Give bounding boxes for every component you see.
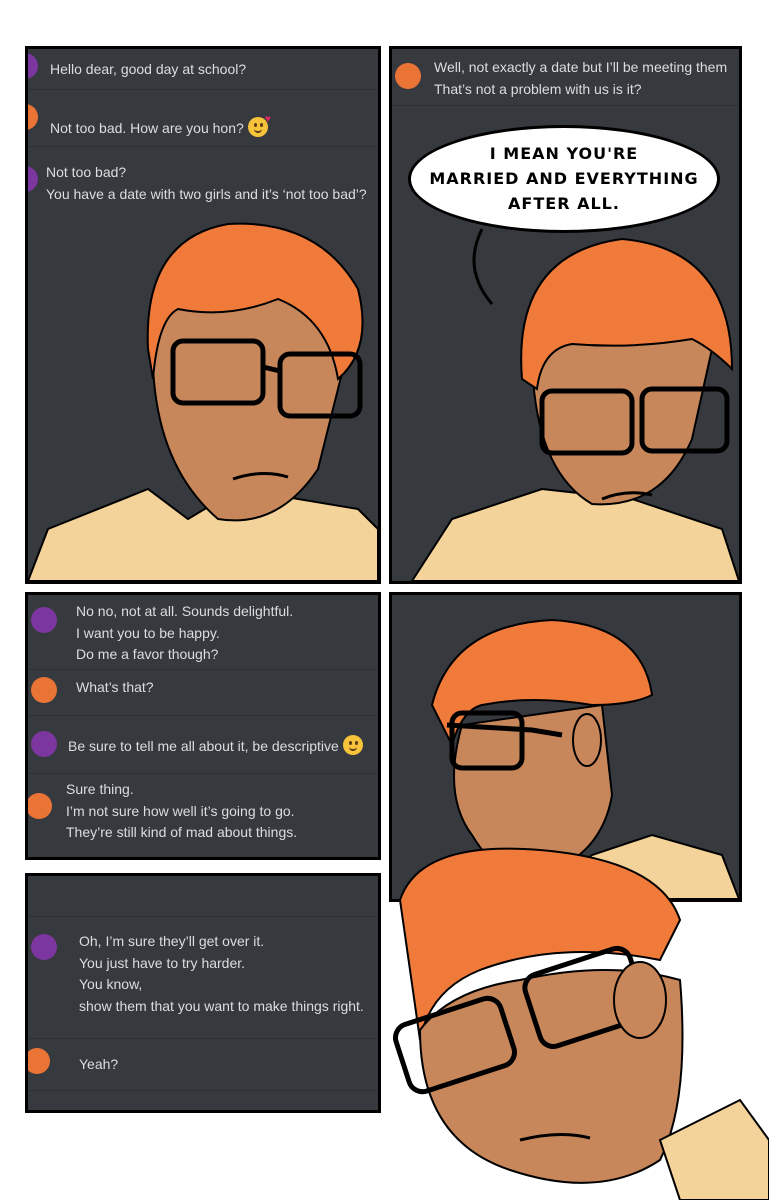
message-text: You know,	[79, 976, 143, 992]
character-closeup-illustration	[393, 847, 769, 1200]
message-text: Sure thing.	[66, 781, 134, 797]
character-illustration	[28, 222, 378, 581]
chat-message: Yeah?	[28, 1038, 378, 1091]
message-text: What’s that?	[76, 679, 154, 695]
speech-bubble-line: AFTER ALL.	[508, 194, 620, 213]
speech-bubble: I MEAN YOU'RE MARRIED AND EVERYTHING AFT…	[408, 125, 720, 233]
message-text: Do me a favor though?	[76, 646, 219, 662]
avatar	[31, 607, 57, 633]
chat-message: No no, not at all. Sounds delightful. I …	[28, 595, 378, 670]
message-text: I want you to be happy.	[76, 624, 220, 641]
chat-message: Be sure to tell me all about it, be desc…	[28, 715, 378, 774]
chat-message: Oh, I’m sure they’ll get over it. You ju…	[28, 916, 378, 1039]
comic-panel-2: Well, not exactly a date but I’ll be mee…	[389, 46, 742, 584]
avatar	[28, 793, 52, 819]
chat-message	[28, 876, 378, 917]
comic-panel-3: No no, not at all. Sounds delightful. I …	[25, 592, 381, 860]
avatar	[31, 677, 57, 703]
message-text: You just have to try harder.	[79, 954, 246, 971]
speech-bubble-line: I MEAN YOU'RE	[489, 144, 639, 163]
message-text: Be sure to tell me all about it, be desc…	[68, 738, 339, 754]
chat-message: Sure thing. I’m not sure how well it’s g…	[28, 773, 378, 853]
message-text: Oh, I’m sure they’ll get over it.	[79, 933, 265, 949]
comic-panel-1: Hello dear, good day at school? Not too …	[25, 46, 381, 584]
message-text: I’m not sure how well it’s going to go.	[66, 802, 295, 819]
comic-panel-5: Oh, I’m sure they’ll get over it. You ju…	[25, 873, 381, 1113]
message-text: They’re still kind of mad about things.	[66, 824, 298, 840]
avatar	[28, 1048, 50, 1074]
message-text: Yeah?	[79, 1056, 119, 1072]
message-text: show them that you want to make things r…	[79, 997, 364, 1014]
wink-emoji-icon	[342, 735, 363, 755]
avatar	[31, 934, 57, 960]
speech-bubble-line: MARRIED AND EVERYTHING	[429, 169, 699, 188]
avatar	[31, 731, 57, 757]
chat-message: What’s that?	[28, 669, 378, 716]
message-text: No no, not at all. Sounds delightful.	[76, 603, 294, 619]
